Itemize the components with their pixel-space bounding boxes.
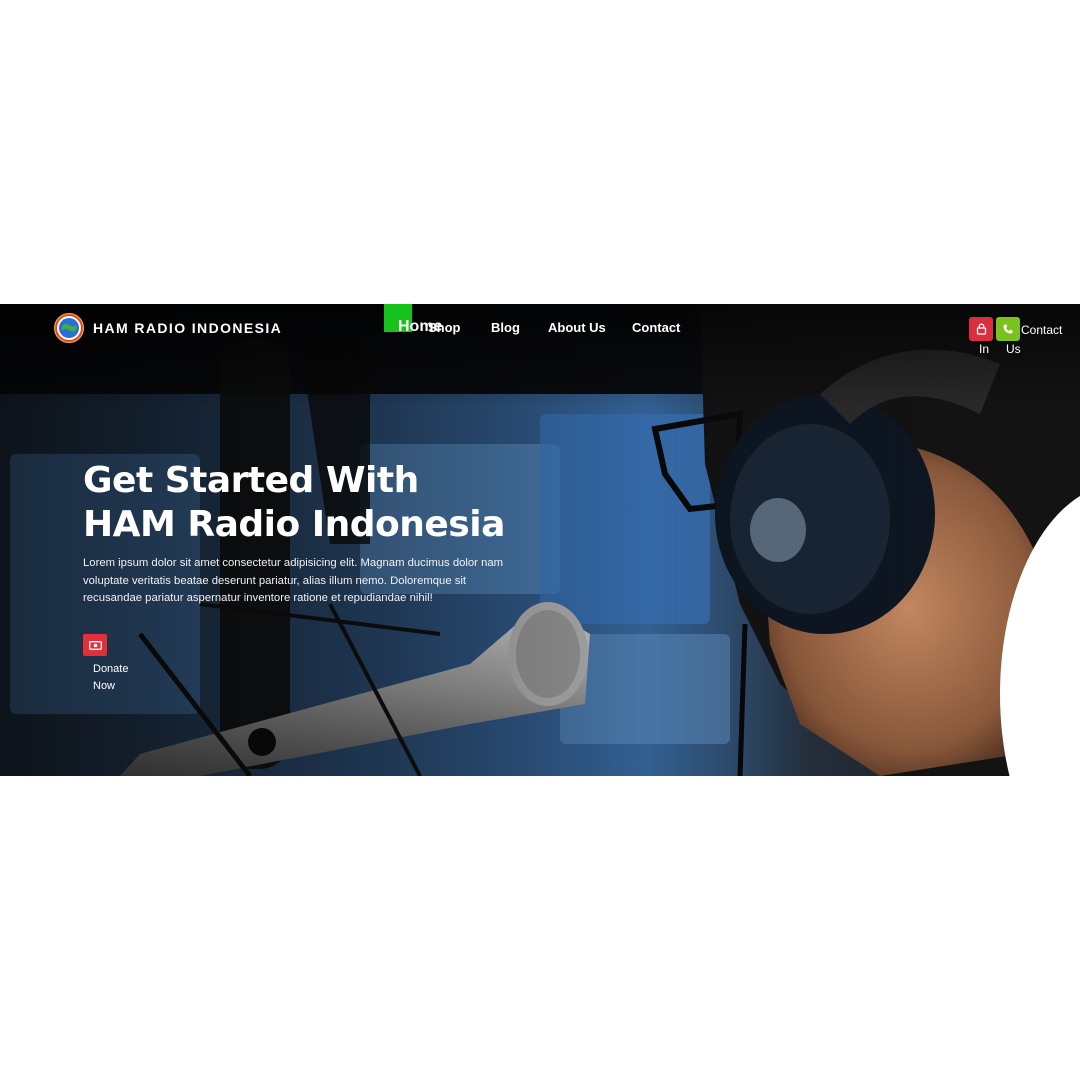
donate-button[interactable]: Donate Now xyxy=(83,634,128,692)
phone-icon xyxy=(996,317,1020,341)
brand[interactable]: HAM RADIO INDONESIA xyxy=(54,313,282,343)
hero-title: Get Started With HAM Radio Indonesia xyxy=(83,459,513,547)
contact-us-label-line1: Contact xyxy=(1021,323,1063,337)
nav-item-blog[interactable]: Blog xyxy=(491,320,520,335)
login-label: In xyxy=(979,342,990,356)
donate-label: Donate Now xyxy=(93,663,129,692)
hero-title-line2: HAM Radio Indonesia xyxy=(83,504,505,545)
lock-icon xyxy=(969,317,993,341)
nav-item-contact[interactable]: Contact xyxy=(632,320,680,335)
hero-section: HAM RADIO INDONESIA Home Shop Blog About… xyxy=(0,304,1080,776)
hero-title-line1: Get Started With xyxy=(83,460,419,501)
globe-emblem-icon xyxy=(54,313,84,343)
hero-content: Get Started With HAM Radio Indonesia Lor… xyxy=(83,459,513,692)
hero-description: Lorem ipsum dolor sit amet consectetur a… xyxy=(83,557,504,604)
nav-item-shop[interactable]: Shop xyxy=(428,320,461,335)
money-icon xyxy=(83,634,107,656)
contact-us-label-line2: Us xyxy=(1006,342,1021,356)
brand-name: HAM RADIO INDONESIA xyxy=(93,320,283,336)
nav-item-about-us[interactable]: About Us xyxy=(548,320,606,335)
